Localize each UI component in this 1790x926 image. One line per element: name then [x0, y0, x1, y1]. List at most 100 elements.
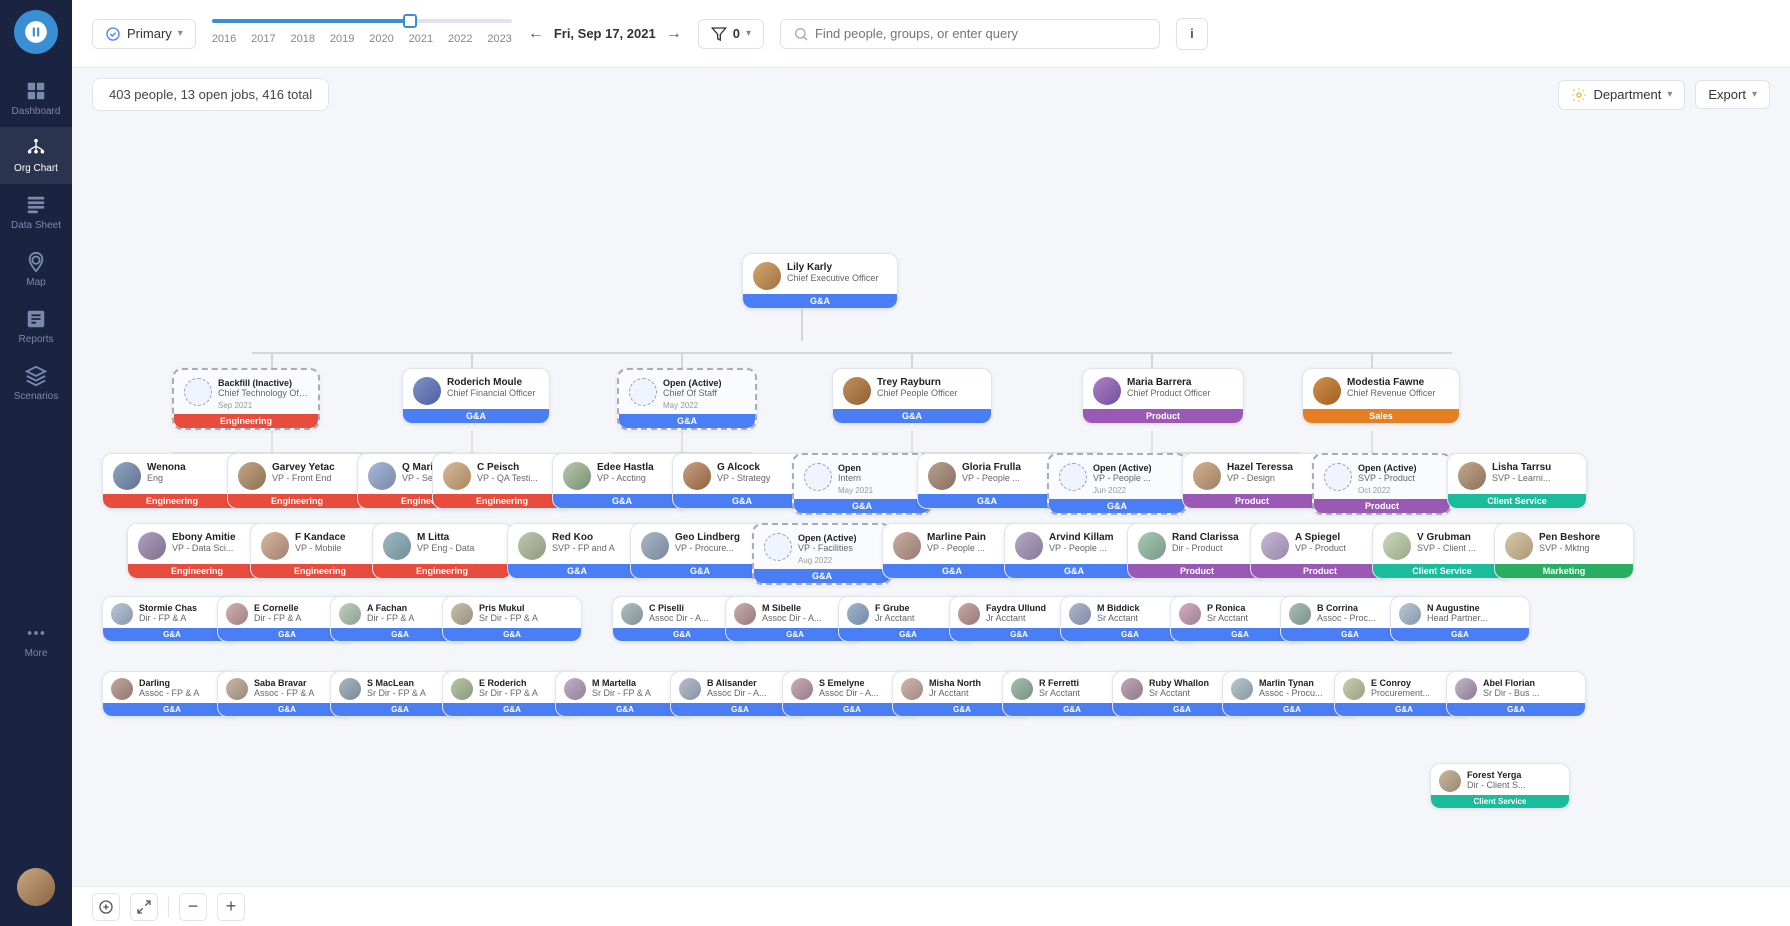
- expand-button[interactable]: [130, 893, 158, 921]
- search-container: [780, 19, 1160, 49]
- org-card-cos[interactable]: Open (Active) Chief Of Staff May 2022 G&…: [617, 368, 757, 430]
- stormie-avatar: [111, 603, 133, 625]
- timeline-labels: 2016 2017 2018 2019 2020 2021 2022 2023: [212, 33, 512, 45]
- org-card-ebony[interactable]: Ebony Amitie VP - Data Sci... Engineerin…: [127, 523, 267, 579]
- sidebar-item-org-chart[interactable]: Org Chart: [0, 127, 72, 184]
- forest-avatar: [1439, 770, 1461, 792]
- org-card-edee[interactable]: Edee Hastla VP - Accting G&A: [552, 453, 692, 509]
- sidebar-item-dashboard[interactable]: Dashboard: [0, 70, 72, 127]
- cpiselli-avatar: [621, 603, 643, 625]
- ceo-avatar: [753, 262, 781, 290]
- org-card-forest[interactable]: Forest Yerga Dir - Client S... Client Se…: [1430, 763, 1570, 809]
- marline-avatar: [893, 532, 921, 560]
- org-card-lisha[interactable]: Lisha Tarrsu SVP - Learni... Client Serv…: [1447, 453, 1587, 509]
- ecornelle-avatar: [226, 603, 248, 625]
- org-card-cto[interactable]: Backfill (Inactive) Chief Technology Off…: [172, 368, 320, 430]
- org-card-cpeisch[interactable]: C Peisch VP - QA Testi... Engineering: [432, 453, 572, 509]
- org-card-open-svp-product[interactable]: Open (Active) SVP - Product Oct 2022 Pro…: [1312, 453, 1452, 515]
- open-svp-product-avatar: [1324, 463, 1352, 491]
- org-card-wenona[interactable]: Wenona Eng Engineering: [102, 453, 242, 509]
- org-card-fkandace[interactable]: F Kandace VP - Mobile Engineering: [250, 523, 390, 579]
- lisha-avatar: [1458, 462, 1486, 490]
- ebony-avatar: [138, 532, 166, 560]
- sidebar-item-scenarios[interactable]: Scenarios: [0, 355, 72, 412]
- department-button[interactable]: Department ▾: [1558, 80, 1685, 110]
- org-card-open-vp-fac[interactable]: Open (Active) VP - Facilities Aug 2022 G…: [752, 523, 892, 585]
- cos-avatar: [629, 378, 657, 406]
- msibelle-avatar: [734, 603, 756, 625]
- org-card-galcock[interactable]: G Alcock VP - Strategy G&A: [672, 453, 812, 509]
- org-card-rand[interactable]: Rand Clarissa Dir - Product Product: [1127, 523, 1267, 579]
- edee-avatar: [563, 462, 591, 490]
- org-chart-canvas[interactable]: Lily Karly Chief Executive Officer G&A B…: [72, 123, 1790, 886]
- sidebar-item-map[interactable]: Map: [0, 241, 72, 298]
- org-card-garvey[interactable]: Garvey Yetac VP - Front End Engineering: [227, 453, 367, 509]
- org-card-open-intern[interactable]: Open Intern May 2021 G&A: [792, 453, 932, 515]
- primary-view-button[interactable]: Primary ▾: [92, 19, 196, 49]
- org-card-redkoo[interactable]: Red Koo SVP - FP and A G&A: [507, 523, 647, 579]
- dept-chevron-icon: ▾: [1667, 89, 1672, 100]
- mishanorth-avatar: [901, 678, 923, 700]
- org-card-gloria[interactable]: Gloria Frulla VP - People ... G&A: [917, 453, 1057, 509]
- econroy-avatar: [1343, 678, 1365, 700]
- cfo-avatar: [413, 377, 441, 405]
- sidebar-item-reports[interactable]: Reports: [0, 298, 72, 355]
- wenona-avatar: [113, 462, 141, 490]
- org-card-marline[interactable]: Marline Pain VP - People ... G&A: [882, 523, 1022, 579]
- next-date-button[interactable]: →: [666, 25, 682, 43]
- org-card-vgrubman[interactable]: V Grubman SVP - Client ... Client Servic…: [1372, 523, 1512, 579]
- rand-avatar: [1138, 532, 1166, 560]
- org-card-aspiegel[interactable]: A Spiegel VP - Product Product: [1250, 523, 1390, 579]
- current-date: Fri, Sep 17, 2021: [554, 26, 656, 41]
- cpeisch-avatar: [443, 462, 471, 490]
- org-card-naugustine[interactable]: N Augustine Head Partner... G&A: [1390, 596, 1530, 642]
- qmariele-avatar: [368, 462, 396, 490]
- org-controls: Department ▾ Export ▾: [1558, 80, 1770, 110]
- open-vp-fac-avatar: [764, 533, 792, 561]
- bcorrina-avatar: [1289, 603, 1311, 625]
- cto-avatar: [184, 378, 212, 406]
- faydra-avatar: [958, 603, 980, 625]
- org-card-hazel[interactable]: Hazel Teressa VP - Design Product: [1182, 453, 1322, 509]
- export-chevron-icon: ▾: [1752, 89, 1757, 100]
- org-card-ceo[interactable]: Lily Karly Chief Executive Officer G&A: [742, 253, 898, 309]
- org-card-pen[interactable]: Pen Beshore SVP - Mktng Marketing: [1494, 523, 1634, 579]
- sidebar: Dashboard Org Chart Data Sheet Map Repor…: [0, 0, 72, 926]
- search-input[interactable]: [815, 26, 1147, 41]
- org-card-cpo-product[interactable]: Maria Barrera Chief Product Officer Prod…: [1082, 368, 1244, 424]
- prismukul-avatar: [451, 603, 473, 625]
- user-avatar[interactable]: [17, 868, 55, 906]
- filter-button[interactable]: 0 ▾: [698, 19, 764, 49]
- zoom-out-button[interactable]: −: [179, 893, 207, 921]
- timeline-track[interactable]: [212, 19, 512, 23]
- vgrubman-avatar: [1383, 532, 1411, 560]
- org-card-mlitta[interactable]: M Litta VP Eng - Data Engineering: [372, 523, 512, 579]
- zoom-in-button[interactable]: +: [217, 893, 245, 921]
- org-card-cfo[interactable]: Roderich Moule Chief Financial Officer G…: [402, 368, 550, 424]
- org-card-cro[interactable]: Modestia Fawne Chief Revenue Officer Sal…: [1302, 368, 1460, 424]
- naugustine-avatar: [1399, 603, 1421, 625]
- timeline[interactable]: 2016 2017 2018 2019 2020 2021 2022 2023: [212, 19, 512, 49]
- timeline-thumb[interactable]: [403, 14, 417, 28]
- export-button[interactable]: Export ▾: [1695, 80, 1770, 109]
- date-navigator: ← Fri, Sep 17, 2021 →: [528, 25, 682, 43]
- org-card-cpo-people[interactable]: Trey Rayburn Chief People Officer G&A: [832, 368, 992, 424]
- afachan-avatar: [339, 603, 361, 625]
- filter-count: 0: [733, 26, 740, 41]
- add-node-button[interactable]: [92, 893, 120, 921]
- sidebar-item-data-sheet[interactable]: Data Sheet: [0, 184, 72, 241]
- bottom-toolbar: − +: [72, 886, 1790, 926]
- org-card-arvind[interactable]: Arvind Killam VP - People ... G&A: [1004, 523, 1144, 579]
- org-card-abelflorian[interactable]: Abel Florian Sr Dir - Bus ... G&A: [1446, 671, 1586, 717]
- org-card-geo[interactable]: Geo Lindberg VP - Procure... G&A: [630, 523, 770, 579]
- org-card-prismukul[interactable]: Pris Mukul Sr Dir - FP & A G&A: [442, 596, 582, 642]
- mlitta-avatar: [383, 532, 411, 560]
- geo-avatar: [641, 532, 669, 560]
- filter-chevron-icon: ▾: [746, 28, 751, 39]
- org-card-open-svp-people[interactable]: Open (Active) VP - People ... Jun 2022 G…: [1047, 453, 1187, 515]
- mmartella-avatar: [564, 678, 586, 700]
- prev-date-button[interactable]: ←: [528, 25, 544, 43]
- sidebar-item-more[interactable]: More: [0, 612, 72, 669]
- app-logo[interactable]: [14, 10, 58, 54]
- info-button[interactable]: i: [1176, 18, 1208, 50]
